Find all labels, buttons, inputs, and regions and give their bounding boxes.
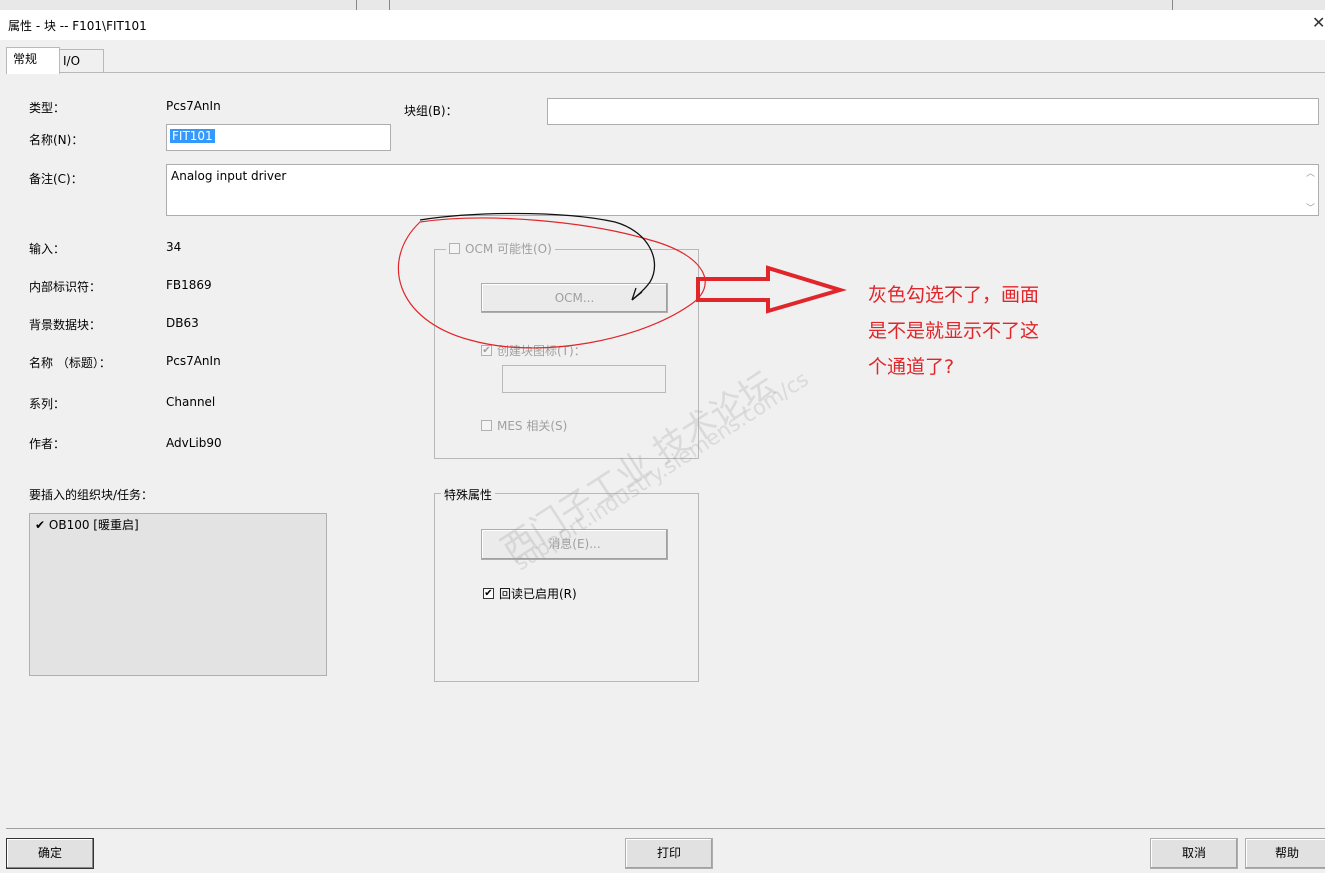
annotation-overlay xyxy=(397,212,847,349)
red-circle-annotation xyxy=(397,217,706,349)
tab-general[interactable]: 常规 xyxy=(6,47,60,74)
red-arrow-annotation xyxy=(696,265,847,314)
annotation-line-1: 灰色勾选不了，画面 xyxy=(868,284,1040,306)
black-arrow-tip xyxy=(631,287,643,301)
black-curve-annotation xyxy=(419,212,655,301)
annotation-line-2: 是不是就显示不了这 xyxy=(868,320,1040,342)
annotation-line-3: 个通道了? xyxy=(868,356,955,378)
